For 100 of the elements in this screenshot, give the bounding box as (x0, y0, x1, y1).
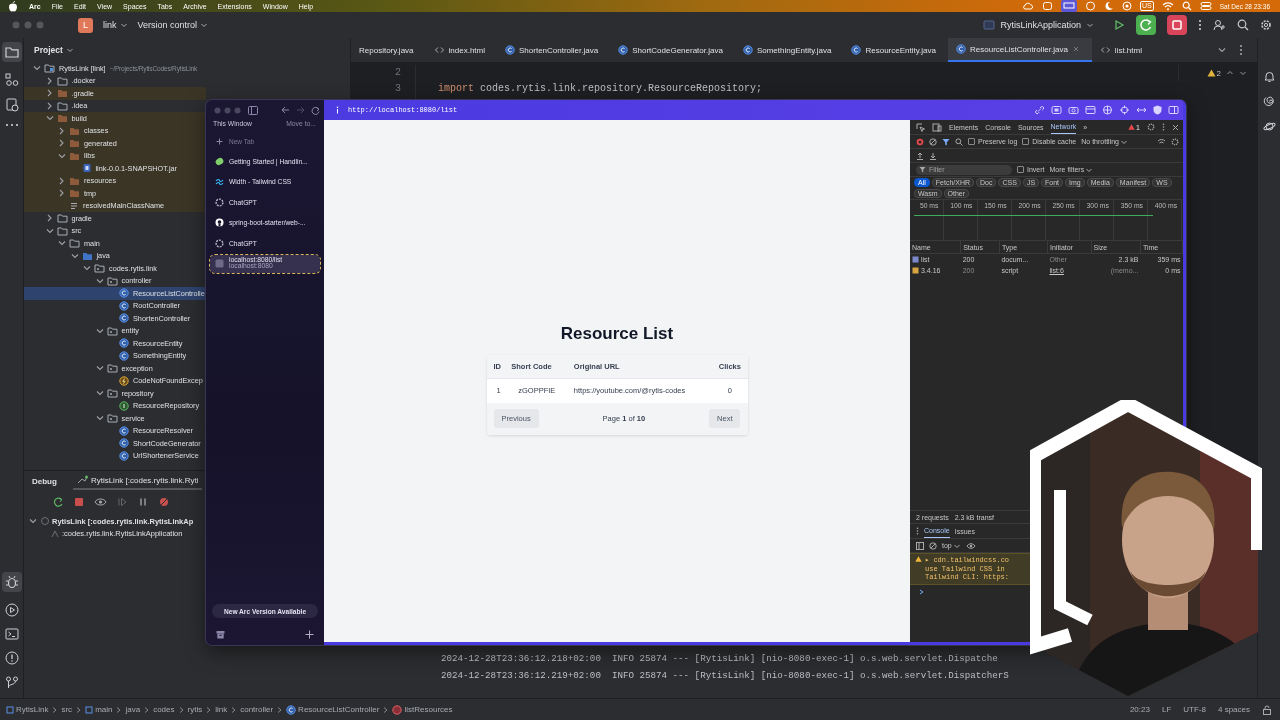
session-tab[interactable]: RytisLink [:codes.rytis.link.Ryti (72, 472, 203, 490)
breadcrumb[interactable]: rytis (187, 705, 203, 714)
editor-tab[interactable]: SomethingEntity.java (734, 38, 844, 62)
run-icon[interactable] (4, 603, 19, 617)
checkbox[interactable] (968, 138, 975, 145)
search-icon[interactable] (1237, 19, 1249, 31)
reload-icon[interactable] (311, 105, 320, 115)
run-configuration[interactable]: RytisLinkApplication (983, 20, 1094, 30)
restart-debug-icon[interactable] (1136, 15, 1156, 35)
lock-icon[interactable] (1262, 704, 1272, 715)
more-icon[interactable] (1198, 19, 1202, 31)
project-view-menu[interactable]: Project (34, 45, 74, 55)
archive-icon[interactable] (216, 630, 225, 639)
pause-icon[interactable] (137, 496, 149, 508)
chevron-up-icon[interactable] (1226, 69, 1234, 77)
stop-icon[interactable] (1167, 15, 1187, 35)
editor-tab[interactable]: ShortCodeGenerator.java (610, 38, 735, 62)
bug-icon[interactable] (4, 575, 19, 589)
checkbox[interactable] (1022, 138, 1030, 145)
globe-icon[interactable] (1102, 105, 1113, 115)
close-icon[interactable] (1172, 123, 1179, 131)
filter-icon[interactable] (942, 137, 950, 146)
breadcrumb[interactable]: src (61, 705, 73, 714)
editor-tab[interactable]: index.html (425, 38, 497, 62)
moon-icon[interactable] (1104, 1, 1115, 11)
editor-tab[interactable]: ResourceListController.java (948, 38, 1092, 62)
breadcrumb[interactable]: java (125, 705, 141, 714)
clear-icon[interactable] (929, 541, 937, 550)
display-icon[interactable] (1061, 0, 1078, 12)
link-icon[interactable] (1034, 105, 1045, 115)
editor-tab[interactable]: Repository.java (351, 38, 426, 62)
record-icon[interactable] (916, 137, 924, 146)
back-icon[interactable] (281, 106, 290, 114)
camera-icon[interactable] (1068, 105, 1079, 115)
settings-icon[interactable] (1147, 123, 1155, 131)
breadcrumb[interactable]: link (215, 705, 228, 714)
rerun-icon[interactable] (52, 496, 64, 508)
chevron-down-icon[interactable] (1239, 69, 1247, 77)
project-switcher[interactable]: link (103, 20, 128, 30)
caret-position[interactable]: 20:23 (1129, 705, 1150, 714)
editor-tab[interactable]: ShortenController.java (497, 38, 611, 62)
settings-icon[interactable] (1260, 19, 1272, 31)
eye-icon[interactable] (94, 496, 107, 508)
stop-icon[interactable] (73, 496, 85, 508)
resize-icon[interactable] (1136, 105, 1147, 115)
line-separator[interactable]: LF (1161, 705, 1172, 714)
circle-icon[interactable] (1085, 1, 1097, 11)
editor-tab[interactable]: list.html (1091, 38, 1154, 62)
document-icon[interactable] (4, 98, 19, 112)
warning-count[interactable]: 2 (1206, 68, 1221, 78)
problems-icon[interactable] (4, 651, 19, 665)
spiral-icon[interactable] (1262, 95, 1276, 108)
wifi-icon[interactable] (1161, 1, 1174, 11)
add-user-icon[interactable] (1213, 19, 1226, 31)
git-branch-icon[interactable] (4, 676, 19, 690)
download-icon[interactable] (929, 151, 937, 160)
chevron-down-icon[interactable] (1217, 45, 1227, 55)
breadcrumb[interactable]: listResources (392, 704, 453, 715)
breadcrumb[interactable]: ResourceListController (286, 704, 380, 715)
indent-setting[interactable]: 4 spaces (1217, 705, 1250, 714)
terminal-icon[interactable] (4, 628, 19, 640)
file-encoding[interactable]: UTF-8 (1183, 705, 1206, 714)
inspect-icon[interactable] (916, 122, 925, 132)
breadcrumb[interactable]: main (85, 705, 113, 714)
apple-icon[interactable] (8, 0, 18, 12)
breadcrumb[interactable]: controller (240, 705, 274, 714)
settings-icon[interactable] (1171, 137, 1179, 146)
editor-tab[interactable]: ResourceEntity.java (843, 38, 949, 62)
search-icon[interactable] (955, 137, 963, 146)
sidebar-icon[interactable] (916, 541, 924, 550)
clear-icon[interactable] (929, 137, 937, 146)
record-icon[interactable] (1122, 1, 1133, 11)
breadcrumb[interactable]: RytisLink (6, 705, 49, 714)
bell-icon[interactable] (1262, 70, 1276, 83)
shield-icon[interactable] (1153, 105, 1162, 115)
folder-icon[interactable] (4, 46, 19, 58)
sidebar-icon[interactable] (248, 105, 258, 115)
planet-icon[interactable] (1262, 120, 1276, 133)
prompt-icon[interactable] (919, 588, 924, 595)
split-view-icon[interactable] (1168, 105, 1179, 115)
eye-icon[interactable] (965, 541, 976, 550)
checkbox[interactable] (1017, 166, 1024, 173)
device-icon[interactable] (932, 122, 942, 132)
upload-icon[interactable] (916, 151, 924, 160)
structure-icon[interactable] (4, 73, 19, 87)
capture-icon[interactable] (1051, 105, 1062, 115)
breadcrumb[interactable]: codes (153, 705, 175, 714)
breakpoint-icon[interactable] (158, 496, 170, 508)
cloud-icon[interactable] (1022, 1, 1035, 11)
target-icon[interactable] (1119, 105, 1130, 115)
square-icon[interactable] (1042, 1, 1054, 11)
network-conditions-icon[interactable] (1157, 137, 1166, 146)
plus-icon[interactable] (305, 630, 314, 639)
window-icon[interactable] (1085, 105, 1096, 115)
control-center-icon[interactable] (1199, 1, 1212, 11)
more-icon[interactable] (4, 123, 19, 127)
more-icon[interactable] (1162, 123, 1165, 131)
more-icon[interactable] (916, 527, 919, 535)
run-icon[interactable] (1113, 19, 1125, 31)
more-icon[interactable] (1239, 44, 1243, 56)
